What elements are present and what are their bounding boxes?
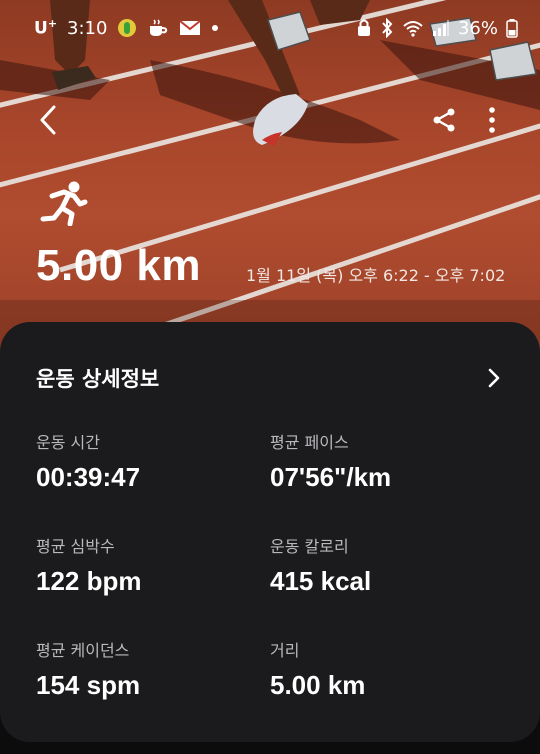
wifi-icon <box>402 19 424 37</box>
chevron-right-icon[interactable] <box>482 366 506 390</box>
metric-value: 122 bpm <box>36 566 142 596</box>
signal-icon <box>432 19 450 37</box>
dot-icon <box>211 24 219 32</box>
back-button[interactable] <box>30 100 66 140</box>
bottom-strip <box>0 742 540 754</box>
share-icon <box>433 108 455 132</box>
clock: 3:10 <box>67 17 108 39</box>
metric-value: 00:39:47 <box>36 462 141 492</box>
workout-details-card: 운동 상세정보 운동 시간 00:39:47 평균 페이스 07'56"/km … <box>0 322 540 742</box>
mail-icon <box>179 19 202 37</box>
workout-details-header[interactable]: 운동 상세정보 <box>36 362 506 394</box>
metric-workout-time: 운동 시간 00:39:47 <box>36 432 256 492</box>
running-icon <box>38 180 90 227</box>
metric-label: 평균 케이던스 <box>36 641 130 660</box>
lock-icon <box>356 18 372 38</box>
metric-label: 거리 <box>270 641 300 660</box>
share-button[interactable] <box>426 102 462 138</box>
naver-band-icon <box>117 18 137 38</box>
status-bar: U+ 3:10 36% <box>0 0 540 56</box>
metric-value: 154 spm <box>36 670 141 700</box>
more-options-button[interactable] <box>478 102 506 138</box>
metric-label: 운동 칼로리 <box>270 537 349 556</box>
metric-value: 07'56"/km <box>270 462 392 492</box>
bluetooth-icon <box>380 18 394 38</box>
workout-details-title: 운동 상세정보 <box>36 367 160 391</box>
metric-average-cadence: 평균 케이던스 154 spm <box>36 640 256 700</box>
metric-label: 평균 페이스 <box>270 433 349 452</box>
workout-datetime: 1월 11일 (목) 오후 6:22 - 오후 7:02 <box>246 266 506 285</box>
workout-detail-screen: U+ 3:10 36% 5.00 km 1월 11일 (목) 오후 6:22 -… <box>0 0 540 754</box>
metric-calories: 운동 칼로리 415 kcal <box>270 536 490 596</box>
metric-label: 운동 시간 <box>36 433 100 452</box>
coffee-icon <box>147 18 169 38</box>
metric-distance: 거리 5.00 km <box>270 640 490 700</box>
metric-value: 415 kcal <box>270 566 372 596</box>
carrier-label: U+ <box>34 17 58 39</box>
battery-icon <box>506 18 518 38</box>
metric-value: 5.00 km <box>270 670 366 700</box>
metric-average-pace: 평균 페이스 07'56"/km <box>270 432 490 492</box>
chevron-left-icon <box>40 105 56 135</box>
metric-label: 평균 심박수 <box>36 537 115 556</box>
more-vertical-icon <box>489 107 495 133</box>
workout-distance: 5.00 km <box>36 241 201 290</box>
battery-percent: 36% <box>457 17 498 39</box>
metric-average-heart-rate: 평균 심박수 122 bpm <box>36 536 256 596</box>
